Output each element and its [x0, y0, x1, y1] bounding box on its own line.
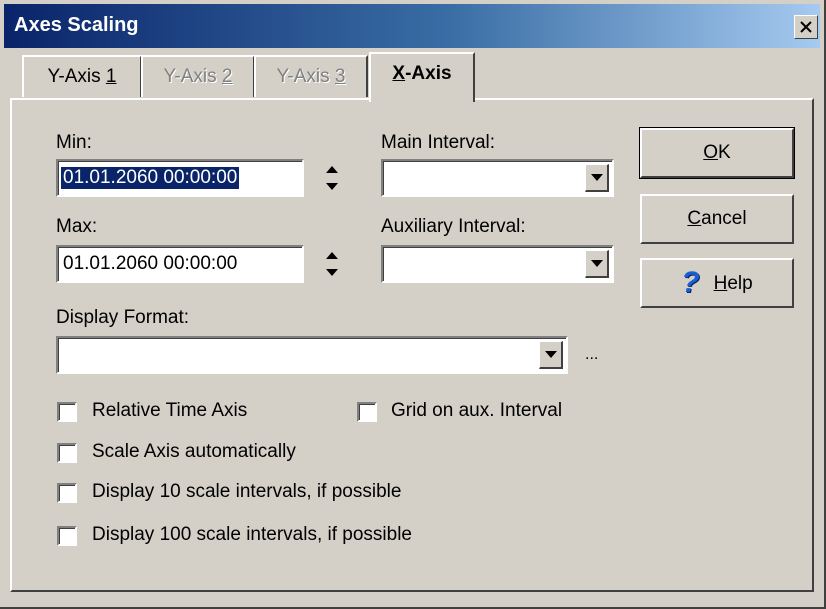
title-bar[interactable]: Axes Scaling	[4, 4, 820, 48]
spin-up-icon[interactable]	[321, 159, 343, 178]
help-button[interactable]: ? Help	[640, 258, 794, 308]
tab-x-axis-label: X-Axis	[392, 63, 452, 84]
display-format-select[interactable]	[56, 336, 568, 374]
ok-button[interactable]: OK	[639, 127, 795, 179]
tab-y-axis-1-label: Y-Axis 1	[47, 66, 117, 87]
display-100-intervals-checkbox[interactable]	[57, 526, 77, 546]
aux-interval-label: Auxiliary Interval:	[381, 216, 526, 237]
scale-axis-automatically-checkbox[interactable]	[57, 443, 77, 463]
chevron-down-icon	[591, 174, 603, 181]
min-value: 01.01.2060 00:00:00	[61, 167, 240, 189]
display-format-dropdown-button[interactable]	[539, 341, 563, 369]
relative-time-axis-checkbox[interactable]	[57, 402, 77, 422]
main-interval-select[interactable]	[381, 159, 614, 197]
tab-y-axis-3[interactable]: Y-Axis 3	[254, 55, 368, 97]
cancel-accel: C	[687, 208, 702, 229]
display-format-label: Display Format:	[56, 307, 190, 328]
close-button[interactable]	[794, 15, 818, 39]
spin-down-icon[interactable]	[321, 178, 343, 197]
main-interval-label: Main Interval:	[381, 132, 496, 153]
tab-y-axis-2[interactable]: Y-Axis 2	[141, 55, 255, 97]
display-10-intervals-checkbox[interactable]	[57, 483, 77, 503]
display-100-intervals-label: Display 100 scale intervals, if possible	[92, 524, 412, 545]
max-value: 01.01.2060 00:00:00	[63, 253, 238, 274]
tab-x-axis[interactable]: X-Axis	[369, 52, 475, 102]
display-10-intervals-label: Display 10 scale intervals, if possible	[92, 481, 402, 502]
max-label: Max:	[56, 216, 98, 237]
ok-accel: O	[703, 142, 719, 163]
relative-time-axis-label: Relative Time Axis	[92, 400, 248, 421]
main-interval-dropdown-button[interactable]	[585, 164, 609, 192]
help-accel: H	[713, 273, 728, 294]
tab-y-axis-2-label: Y-Axis 2	[163, 66, 233, 87]
min-label: Min:	[56, 132, 92, 153]
min-spinner[interactable]	[321, 159, 343, 197]
aux-interval-dropdown-button[interactable]	[585, 250, 609, 278]
chevron-down-icon	[545, 351, 557, 358]
ok-label: K	[718, 142, 731, 163]
question-icon: ?	[681, 266, 700, 299]
spin-down-icon[interactable]	[321, 264, 343, 283]
max-input[interactable]: 01.01.2060 00:00:00	[56, 245, 304, 283]
tab-y-axis-3-label: Y-Axis 3	[276, 66, 346, 87]
cancel-button[interactable]: Cancel	[640, 194, 794, 244]
help-label: elp	[727, 273, 753, 294]
grid-on-aux-interval-label: Grid on aux. Interval	[391, 400, 563, 421]
grid-on-aux-interval-checkbox[interactable]	[357, 402, 377, 422]
display-format-more-button[interactable]: ...	[585, 346, 598, 364]
spin-up-icon[interactable]	[321, 245, 343, 264]
scale-axis-automatically-label: Scale Axis automatically	[92, 441, 296, 462]
window-title: Axes Scaling	[14, 14, 139, 36]
cancel-label: ancel	[701, 208, 747, 229]
min-input[interactable]: 01.01.2060 00:00:00	[56, 159, 304, 197]
aux-interval-select[interactable]	[381, 245, 614, 283]
axes-scaling-dialog: Axes Scaling Y-Axis 1 Y-Axis 2 Y-Axis 3 …	[0, 0, 826, 609]
close-icon	[800, 21, 812, 33]
max-spinner[interactable]	[321, 245, 343, 283]
chevron-down-icon	[591, 260, 603, 267]
tab-y-axis-1[interactable]: Y-Axis 1	[22, 55, 142, 97]
